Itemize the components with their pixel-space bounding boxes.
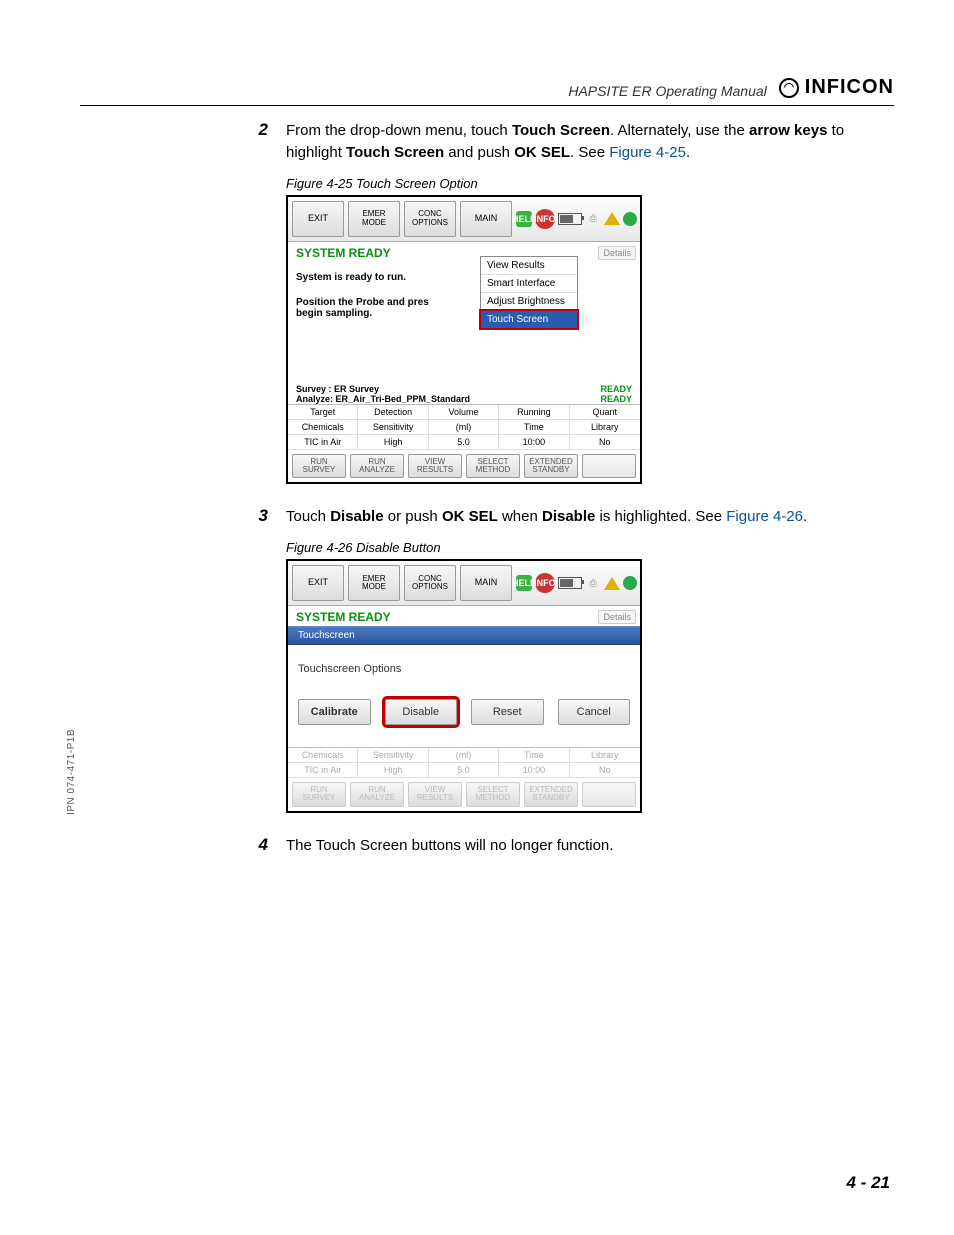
main-button[interactable]: MAIN [460,565,512,601]
empty-button [582,454,636,479]
help-icon[interactable]: HELP [516,575,532,591]
run-analyze-button[interactable]: RUNANALYZE [350,454,404,479]
bottom-bar: RUNSURVEY RUNANALYZE VIEWRESULTS SELECTM… [288,450,640,483]
conc-options-button[interactable]: CONCOPTIONS [404,201,456,237]
warning-icon [604,212,620,225]
survey-ready: READY [600,384,632,394]
details-button[interactable]: Details [598,246,636,260]
ready-message: System is ready to run. [296,272,632,283]
menu-view-results[interactable]: View Results [481,257,577,275]
conc-options-button[interactable]: CONCOPTIONS [404,565,456,601]
system-ready-label: SYSTEM READY [296,610,391,624]
survey-table: TargetDetectionVolumeRunningQuant Chemic… [288,404,640,450]
run-survey-button: RUNSURVEY [292,782,346,807]
analyze-ready: READY [600,394,632,404]
globe-icon[interactable] [623,576,637,590]
probe-instruction: Position the Probe and prese to begin sa… [296,297,632,319]
system-ready-label: SYSTEM READY [296,246,391,260]
touchscreen-options-heading: Touchscreen Options [298,663,630,675]
battery-icon [558,213,582,225]
run-survey-button[interactable]: RUNSURVEY [292,454,346,479]
brand-logo: INFICON [779,76,894,99]
touchscreen-tab[interactable]: Touchscreen [288,626,640,645]
exit-button[interactable]: EXIT [292,201,344,237]
figure-4-25-link[interactable]: Figure 4-25 [609,144,686,161]
toolbar: EXIT EMERMODE CONCOPTIONS MAIN HELP INFO… [288,197,640,242]
brand-ring-icon [779,78,799,98]
page-number: 4 - 21 [847,1173,890,1193]
menu-adjust-brightness[interactable]: Adjust Brightness [481,293,577,311]
battery-icon [558,577,582,589]
exit-button[interactable]: EXIT [292,565,344,601]
info-icon[interactable]: INFO [531,204,559,232]
emer-mode-button[interactable]: EMERMODE [348,565,400,601]
details-button[interactable]: Details [598,610,636,624]
reset-button[interactable]: Reset [471,699,544,725]
select-method-button: SELECTMETHOD [466,782,520,807]
toolbar: EXIT EMERMODE CONCOPTIONS MAIN HELP INFO… [288,561,640,606]
survey-table-dimmed: ChemicalsSensitivity(ml)TimeLibrary TIC … [288,747,640,778]
screenshot-figure-4-25: EXIT EMERMODE CONCOPTIONS MAIN HELP INFO… [286,195,642,485]
calibrate-button[interactable]: Calibrate [298,699,371,725]
extended-standby-button[interactable]: EXTENDEDSTANDBY [524,454,578,479]
emer-mode-button[interactable]: EMERMODE [348,201,400,237]
view-results-button: VIEWRESULTS [408,782,462,807]
step-text: From the drop-down menu, touch Touch Scr… [286,120,894,164]
figure-4-26-link[interactable]: Figure 4-26 [726,508,803,525]
run-analyze-button: RUNANALYZE [350,782,404,807]
main-button[interactable]: MAIN [460,201,512,237]
help-icon[interactable]: HELP [516,211,532,227]
step-4: 4 The Touch Screen buttons will no longe… [250,835,894,857]
select-method-button[interactable]: SELECTMETHOD [466,454,520,479]
cancel-button[interactable]: Cancel [558,699,631,725]
empty-button [582,782,636,807]
globe-icon[interactable] [623,212,637,226]
menu-smart-interface[interactable]: Smart Interface [481,275,577,293]
brand-text: INFICON [805,76,894,99]
disable-button[interactable]: Disable [385,699,458,725]
extended-standby-button: EXTENDEDSTANDBY [524,782,578,807]
conc-options-dropdown[interactable]: View Results Smart Interface Adjust Brig… [480,256,578,329]
manual-title: HAPSITE ER Operating Manual [568,83,766,99]
survey-label: Survey : ER Survey [296,384,379,394]
step-text: The Touch Screen buttons will no longer … [286,835,613,857]
analyze-label: Analyze: ER_Air_Tri-Bed_PPM_Standard [296,394,470,404]
step-2: 2 From the drop-down menu, touch Touch S… [250,120,894,164]
step-3: 3 Touch Disable or push OK SEL when Disa… [250,506,894,528]
info-icon[interactable]: INFO [531,569,559,597]
step-number: 2 [250,120,268,164]
screenshot-figure-4-26: EXIT EMERMODE CONCOPTIONS MAIN HELP INFO… [286,559,642,813]
warning-icon [604,577,620,590]
step-number: 4 [250,835,268,857]
side-doc-code: IPN 074-471-P1B [66,729,77,815]
menu-touch-screen[interactable]: Touch Screen [481,311,577,328]
printer-icon[interactable]: ⎙ [585,575,601,591]
printer-icon[interactable]: ⎙ [585,211,601,227]
bottom-bar-dimmed: RUNSURVEY RUNANALYZE VIEWRESULTS SELECTM… [288,778,640,811]
view-results-button[interactable]: VIEWRESULTS [408,454,462,479]
figure-4-25-caption: Figure 4-25 Touch Screen Option [286,176,894,191]
step-text: Touch Disable or push OK SEL when Disabl… [286,506,807,528]
step-number: 3 [250,506,268,528]
figure-4-26-caption: Figure 4-26 Disable Button [286,540,894,555]
